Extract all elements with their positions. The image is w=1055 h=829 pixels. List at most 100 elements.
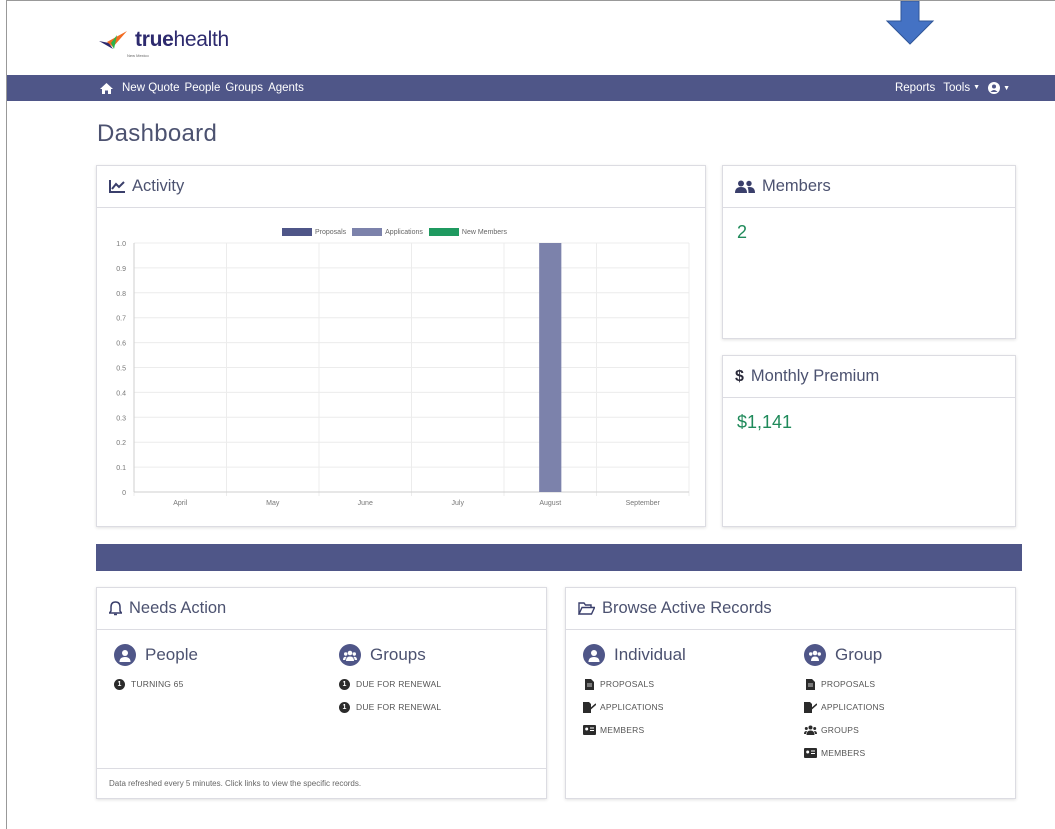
y-tick-label: 0.4 (116, 390, 126, 397)
x-tick-label: May (266, 500, 280, 507)
needs-groups-section: Groups 1 DUE FOR RENEWAL 1 DUE FOR RENEW… (339, 644, 441, 713)
nav-agents[interactable]: Agents (268, 82, 304, 94)
x-tick-label: September (626, 500, 661, 507)
nav-reports[interactable]: Reports (895, 82, 935, 94)
browse-individual-proposals[interactable]: PROPOSALS (583, 678, 686, 690)
browse-group-applications[interactable]: APPLICATIONS (804, 701, 885, 713)
group-icon (804, 644, 826, 666)
bell-icon (109, 601, 122, 616)
brand-true: true (135, 28, 174, 51)
x-tick-label: July (452, 500, 465, 507)
browse-group-title: Group (804, 644, 885, 666)
browse-group-groups[interactable]: GROUPS (804, 724, 885, 736)
needs-groups-item-renewal-1[interactable]: 1 DUE FOR RENEWAL (339, 678, 441, 690)
needs-people-section: People 1 TURNING 65 (114, 644, 198, 690)
legend-applications[interactable]: Applications (352, 228, 423, 236)
file-icon (583, 678, 596, 690)
y-tick-label: 0.2 (116, 440, 126, 447)
user-circle-icon (988, 82, 1001, 94)
bar-applications-august[interactable] (539, 243, 562, 492)
count-badge: 1 (114, 678, 125, 690)
id-card-icon (804, 748, 817, 758)
nav-people[interactable]: People (185, 82, 221, 94)
file-signature-icon (583, 701, 596, 713)
y-tick-label: 0.7 (116, 316, 126, 323)
x-tick-label: April (173, 500, 187, 507)
brand-logo[interactable]: truehealth New Mexico (97, 29, 229, 65)
user-menu-dropdown[interactable]: ▼ (988, 82, 1010, 94)
browse-records-header: Browse Active Records (566, 588, 1015, 630)
x-tick-label: June (358, 500, 373, 507)
brand-subtitle: New Mexico (127, 53, 149, 58)
y-tick-label: 1.0 (116, 241, 126, 248)
browse-group-proposals[interactable]: PROPOSALS (804, 678, 885, 690)
legend-proposals[interactable]: Proposals (282, 228, 346, 236)
nav-groups[interactable]: Groups (225, 82, 263, 94)
x-tick-label: August (539, 500, 561, 507)
members-value: 2 (737, 222, 748, 242)
legend-new-members[interactable]: New Members (428, 228, 507, 236)
nav-new-quote[interactable]: New Quote (122, 82, 180, 94)
premium-title: Monthly Premium (750, 367, 880, 385)
group-icon (339, 644, 361, 666)
monthly-premium-card[interactable]: $ Monthly Premium $1,141 (722, 355, 1016, 527)
browse-individual-members[interactable]: MEMBERS (583, 724, 686, 736)
activity-card: Activity Proposals Applications New Memb… (96, 165, 706, 527)
needs-people-title: People (114, 644, 198, 666)
dollar-icon: $ (735, 367, 744, 385)
members-card-header: Members (723, 166, 1015, 208)
chevron-down-icon: ▼ (973, 84, 981, 92)
truehealth-logo-icon (99, 31, 127, 49)
premium-value: $1,141 (737, 412, 793, 432)
file-signature-icon (804, 701, 817, 713)
needs-groups-item-renewal-2[interactable]: 1 DUE FOR RENEWAL (339, 701, 441, 713)
premium-card-header: $ Monthly Premium (723, 356, 1015, 398)
line-chart-icon (109, 180, 125, 193)
y-tick-label: 0.9 (116, 266, 126, 273)
nav-tools-dropdown[interactable]: Tools ▼ (943, 82, 980, 94)
needs-action-title: Needs Action (129, 599, 227, 617)
users-icon (804, 725, 817, 735)
nav-tools-label: Tools (943, 82, 971, 94)
annotation-arrow-icon (885, 1, 935, 45)
browse-records-title: Browse Active Records (602, 599, 772, 617)
section-divider-bar (96, 544, 1022, 571)
file-icon (804, 678, 817, 690)
page-title: Dashboard (97, 120, 218, 147)
top-navbar: New Quote People Groups Agents Reports T… (7, 75, 1055, 101)
home-icon[interactable] (100, 82, 113, 94)
needs-action-header: Needs Action (97, 588, 546, 630)
members-title: Members (762, 177, 831, 195)
users-icon (735, 180, 755, 193)
id-card-icon (583, 725, 596, 735)
y-tick-label: 0 (122, 490, 126, 497)
chart-svg: 1.0 0.9 0.8 0.7 0.6 0.5 0.4 0.3 0.2 0.1 0 April May J… (116, 241, 690, 507)
needs-action-card: Needs Action People 1 TURNING 65 Groups (96, 587, 547, 799)
person-icon (583, 644, 605, 666)
needs-groups-title: Groups (339, 644, 441, 666)
browse-individual-applications[interactable]: APPLICATIONS (583, 701, 686, 713)
y-tick-label: 0.5 (116, 366, 126, 373)
activity-card-header: Activity (97, 166, 705, 208)
count-badge: 1 (339, 701, 350, 713)
activity-title: Activity (132, 177, 185, 195)
chart-legend: Proposals Applications New Members (282, 228, 513, 236)
refresh-note: Data refreshed every 5 minutes. Click li… (97, 768, 546, 798)
brand-health: health (173, 28, 229, 51)
members-card[interactable]: Members 2 (722, 165, 1016, 339)
count-badge: 1 (339, 678, 350, 690)
activity-chart: Proposals Applications New Members 1.0 0.… (97, 209, 705, 527)
folder-open-icon (578, 602, 595, 615)
person-icon (114, 644, 136, 666)
chevron-down-icon: ▼ (1003, 84, 1010, 92)
browse-individual-title: Individual (583, 644, 686, 666)
browse-individual-section: Individual PROPOSALS APPLICATIONS MEMBER… (583, 644, 686, 736)
browse-group-members[interactable]: MEMBERS (804, 747, 885, 759)
browse-group-section: Group PROPOSALS APPLICATIONS GROUPS MEMB… (804, 644, 885, 759)
app-frame: truehealth New Mexico New Quote People G… (6, 0, 1055, 829)
needs-people-item-turning65[interactable]: 1 TURNING 65 (114, 678, 198, 690)
y-tick-label: 0.6 (116, 341, 126, 348)
y-tick-label: 0.1 (116, 465, 126, 472)
browse-records-card: Browse Active Records Individual PROPOSA… (565, 587, 1016, 799)
y-tick-label: 0.8 (116, 291, 126, 298)
